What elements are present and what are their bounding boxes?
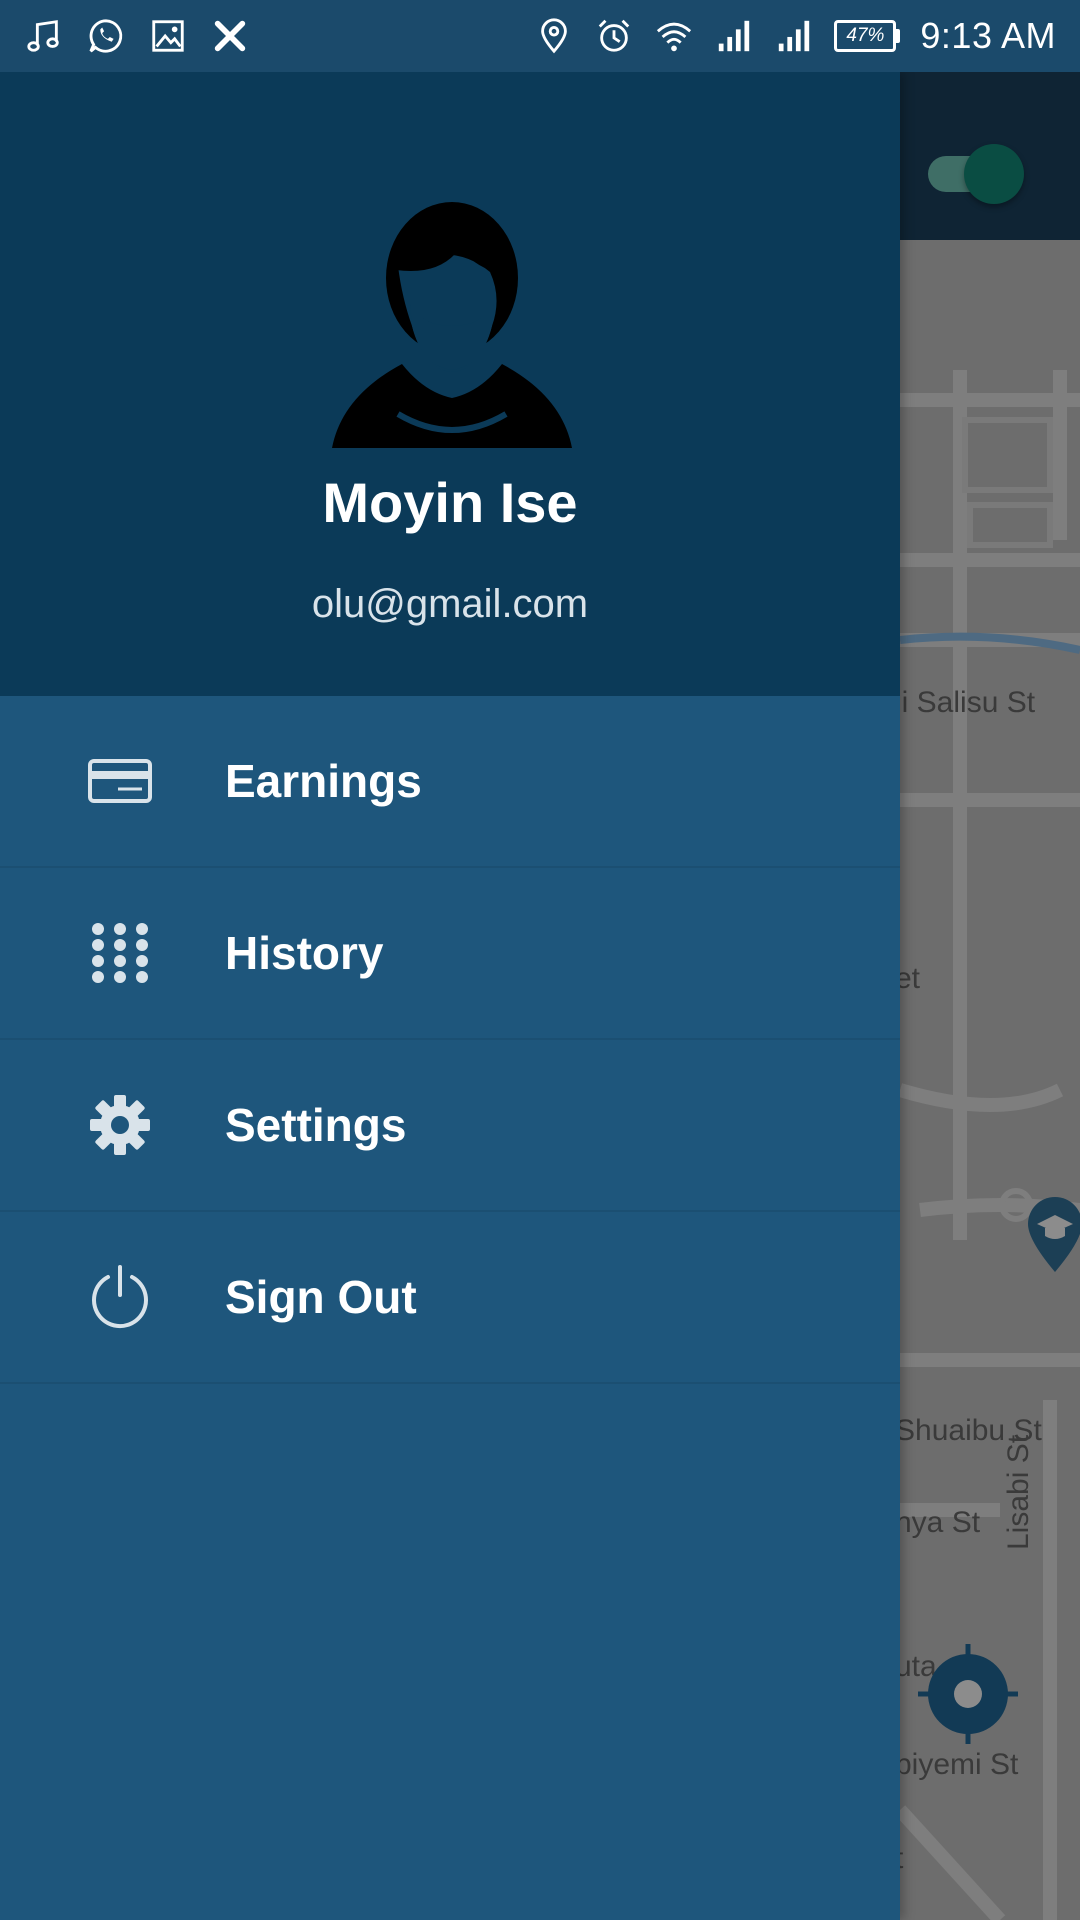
- online-toggle[interactable]: [928, 144, 1024, 204]
- avatar: [332, 176, 572, 456]
- clock: 9:13 AM: [920, 15, 1056, 56]
- menu-label: Settings: [225, 1099, 407, 1151]
- street-label: nya St: [895, 1506, 981, 1539]
- location-pin-icon: [534, 16, 574, 56]
- menu-label: Sign Out: [225, 1271, 417, 1323]
- drawer-header: Moyin Ise olu@gmail.com: [0, 72, 900, 696]
- profile-email: olu@gmail.com: [311, 582, 589, 626]
- menu-item-settings[interactable]: Settings: [0, 1040, 900, 1212]
- street-label: biyemi St: [895, 1748, 1019, 1781]
- my-location-button[interactable]: [918, 1644, 1018, 1744]
- alarm-icon: [594, 16, 634, 56]
- x-icon: [210, 16, 250, 56]
- grid-dots-icon: [88, 921, 152, 985]
- street-label: Lisabi St: [1002, 1434, 1035, 1550]
- school-pin-icon[interactable]: [1020, 1190, 1080, 1274]
- status-bar: 47% 9:13 AM: [0, 0, 1080, 72]
- power-icon: [88, 1265, 152, 1329]
- signal-icon: [714, 16, 754, 56]
- menu-item-earnings[interactable]: Earnings: [0, 696, 900, 868]
- credit-card-icon: [88, 749, 152, 813]
- menu-item-sign-out[interactable]: Sign Out: [0, 1212, 900, 1384]
- drawer-menu: Earnings History Settings Sign Out: [0, 696, 900, 1384]
- image-icon: [148, 16, 188, 56]
- menu-label: Earnings: [225, 755, 422, 807]
- menu-item-history[interactable]: History: [0, 868, 900, 1040]
- signal-icon: [774, 16, 814, 56]
- profile-name: Moyin Ise: [322, 471, 578, 534]
- gear-icon: [88, 1093, 152, 1157]
- navigation-drawer: Moyin Ise olu@gmail.com Earnings History: [0, 72, 900, 1920]
- battery-level: 47%: [834, 20, 897, 52]
- wifi-icon: [654, 16, 694, 56]
- street-label: ji Salisu St: [895, 686, 1036, 719]
- battery-indicator: 47%: [834, 20, 901, 52]
- menu-label: History: [225, 927, 384, 979]
- whatsapp-icon: [86, 16, 126, 56]
- music-note-icon: [24, 16, 64, 56]
